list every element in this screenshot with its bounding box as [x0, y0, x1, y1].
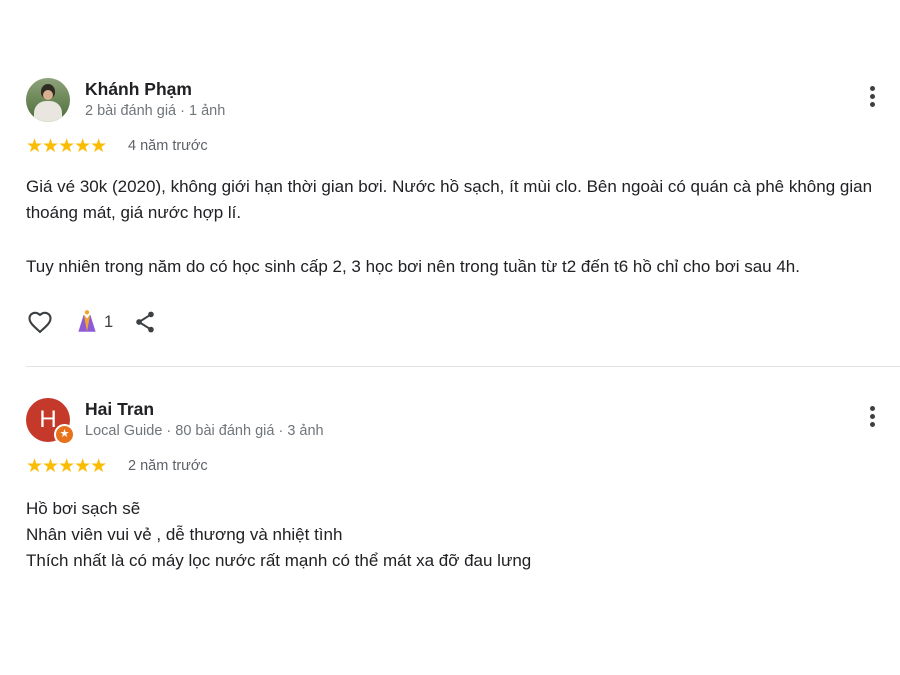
review-time: 4 năm trước	[128, 138, 208, 154]
review-text: Hồ bơi sạch sẽ Nhân viên vui vẻ , dễ thư…	[26, 496, 886, 574]
rating-row: ★★★★★ 4 năm trước	[26, 136, 886, 160]
reviews-panel: Khánh Phạm 2 bài đánh giá · 1 ảnh ★★★★★ …	[0, 0, 900, 675]
review-line: Thích nhất là có máy lọc nước rất mạnh c…	[26, 551, 532, 570]
review-line: Nhân viên vui vẻ , dễ thương và nhiệt tì…	[26, 525, 343, 544]
like-button[interactable]	[26, 308, 54, 341]
review-line: Hồ bơi sạch sẽ	[26, 499, 141, 518]
star-rating: ★★★★★	[26, 136, 107, 157]
more-options-button[interactable]	[862, 86, 882, 114]
review-text: Giá vé 30k (2020), không giới hạn thời g…	[26, 174, 886, 280]
clapping-hands-icon	[78, 310, 96, 332]
review-card: H ★ Hai Tran Local Guide · 80 bài đánh g…	[26, 398, 886, 574]
avatar-figure-face	[43, 90, 53, 100]
review-header: Khánh Phạm 2 bài đánh giá · 1 ảnh	[26, 78, 886, 126]
share-icon	[136, 311, 154, 333]
more-options-button[interactable]	[862, 406, 882, 434]
review-divider	[26, 366, 900, 367]
more-vert-icon	[862, 406, 882, 427]
review-card: Khánh Phạm 2 bài đánh giá · 1 ảnh ★★★★★ …	[26, 78, 886, 340]
heart-outline-icon	[28, 311, 52, 333]
review-header: H ★ Hai Tran Local Guide · 80 bài đánh g…	[26, 398, 886, 446]
more-vert-icon	[862, 86, 882, 107]
local-guide-star-badge-icon: ★	[54, 424, 75, 445]
avatar[interactable]: H ★	[26, 398, 75, 445]
avatar[interactable]	[26, 78, 70, 122]
rating-row: ★★★★★ 2 năm trước	[26, 456, 886, 480]
reviewer-meta: 2 bài đánh giá · 1 ảnh	[85, 103, 226, 119]
reviewer-meta: Local Guide · 80 bài đánh giá · 3 ảnh	[85, 423, 324, 439]
avatar-figure-body	[34, 101, 62, 122]
star-rating: ★★★★★	[26, 456, 107, 477]
reaction-button[interactable]	[74, 308, 100, 341]
review-paragraph: Giá vé 30k (2020), không giới hạn thời g…	[26, 177, 873, 222]
review-time: 2 năm trước	[128, 458, 208, 474]
review-paragraph: Tuy nhiên trong năm do có học sinh cấp 2…	[26, 257, 800, 276]
review-actions: 1	[26, 308, 886, 340]
reaction-count: 1	[104, 313, 114, 331]
share-button[interactable]	[132, 308, 158, 341]
reviewer-name[interactable]: Hai Tran	[85, 399, 154, 420]
reviewer-name[interactable]: Khánh Phạm	[85, 79, 192, 100]
